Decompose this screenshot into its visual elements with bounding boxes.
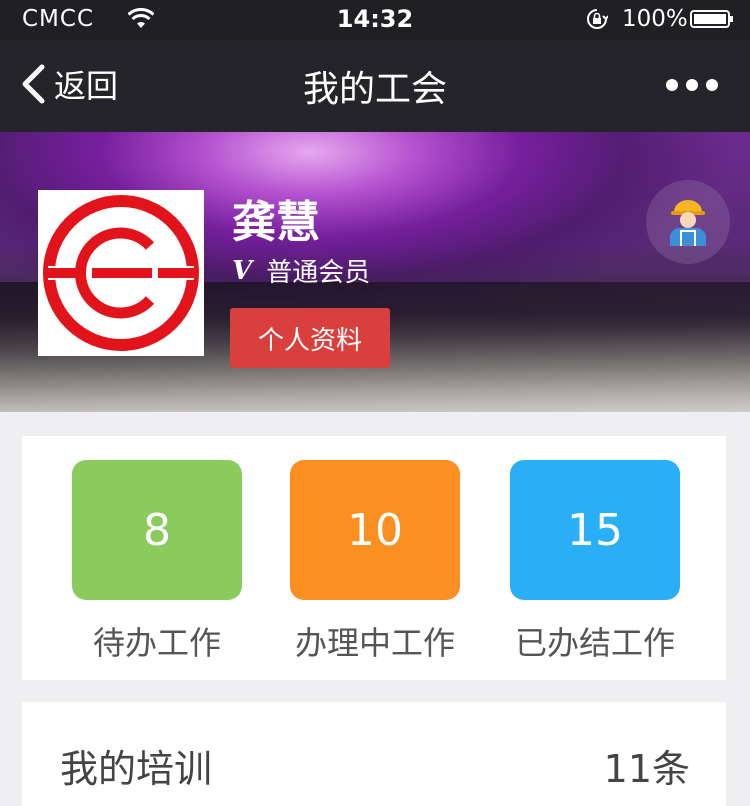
training-count: 11条: [603, 747, 690, 791]
profile-header: 龚慧 V 普通会员 个人资料: [0, 132, 750, 412]
status-bar: CMCC 14:32 100%: [0, 0, 750, 40]
worker-avatar-icon[interactable]: [646, 180, 730, 264]
in-progress-work-count: 10: [347, 504, 403, 556]
completed-work-tile[interactable]: 15: [510, 460, 680, 600]
battery-icon: [690, 10, 733, 28]
battery-percentage: 100%: [622, 6, 688, 32]
in-progress-work-tile[interactable]: 10: [290, 460, 460, 600]
member-level-label: 普通会员: [266, 258, 371, 288]
page-title: 我的工会: [302, 69, 447, 110]
pending-work-count: 8: [143, 504, 171, 556]
profile-button[interactable]: 个人资料: [230, 308, 390, 368]
pending-work-tile[interactable]: 8: [72, 460, 242, 600]
in-progress-work-label[interactable]: 办理中工作: [265, 618, 485, 664]
user-name: 龚慧: [232, 197, 320, 248]
training-title: 我的培训: [60, 747, 213, 791]
vip-mark: V: [232, 255, 253, 286]
member-level: V 普通会员: [232, 252, 370, 289]
training-row[interactable]: 我的培训 11条: [22, 702, 726, 806]
more-icon[interactable]: [662, 70, 722, 100]
completed-work-count: 15: [567, 504, 623, 556]
work-summary-card: 8 待办工作 10 办理中工作 15 已办结工作: [22, 436, 726, 680]
completed-work-label[interactable]: 已办结工作: [485, 618, 705, 664]
pending-work-label[interactable]: 待办工作: [47, 618, 267, 664]
nav-bar: 返回 我的工会: [0, 40, 750, 132]
orientation-lock-icon: [587, 9, 608, 29]
union-logo: [38, 190, 204, 356]
